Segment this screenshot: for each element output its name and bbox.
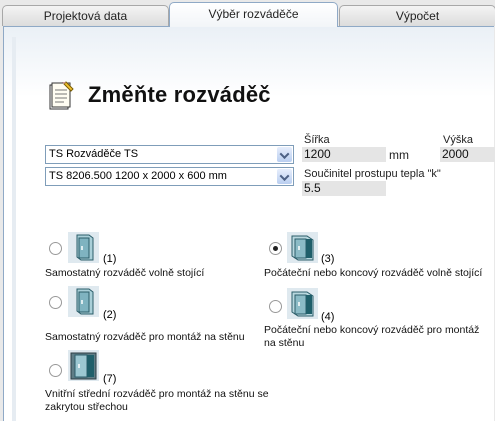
- tab-cabinet-selection[interactable]: Výběr rozváděče: [169, 2, 338, 27]
- option-2-label[interactable]: Samostatný rozváděč pro montáž na stěnu: [45, 331, 265, 344]
- middle-wall-cabinet-icon[interactable]: [68, 350, 99, 381]
- option-4-number: (4): [321, 311, 335, 323]
- end-wall-cabinet-icon[interactable]: [287, 288, 318, 319]
- option-3-number: (3): [321, 253, 335, 265]
- chevron-down-icon[interactable]: [277, 147, 292, 162]
- height-label: Výška: [443, 134, 473, 146]
- notepad-icon: [49, 81, 74, 110]
- height-field: 2000: [440, 147, 495, 162]
- tab-calculation[interactable]: Výpočet: [339, 5, 495, 26]
- option-7-radio[interactable]: [49, 364, 62, 377]
- k-label: Součinitel prostupu tepla "k": [304, 168, 441, 180]
- option-2-number: (2): [103, 309, 117, 321]
- option-4-radio[interactable]: [269, 300, 282, 313]
- k-field: 5.5: [302, 181, 386, 196]
- option-4-label[interactable]: Počáteční nebo koncový rozváděč pro mont…: [264, 324, 490, 350]
- series-select-value: TS Rozváděče TS: [49, 148, 139, 160]
- page-title: Změňte rozváděč: [88, 82, 271, 107]
- width-unit: mm: [389, 148, 409, 162]
- width-label: Šířka: [304, 134, 330, 146]
- wall-cabinet-icon[interactable]: [68, 286, 99, 317]
- series-select[interactable]: TS Rozváděče TS: [45, 145, 294, 164]
- tab-project-data[interactable]: Projektová data: [2, 5, 169, 26]
- option-1-radio[interactable]: [49, 242, 62, 255]
- option-1-number: (1): [103, 253, 117, 265]
- option-2-radio[interactable]: [49, 296, 62, 309]
- model-select[interactable]: TS 8206.500 1200 x 2000 x 600 mm: [45, 167, 294, 186]
- model-select-value: TS 8206.500 1200 x 2000 x 600 mm: [49, 170, 227, 182]
- end-cabinet-icon[interactable]: [287, 232, 318, 263]
- width-field: 1200: [302, 147, 386, 162]
- option-7-label[interactable]: Vnitřní střední rozváděč pro montáž na s…: [45, 388, 295, 414]
- chevron-down-icon[interactable]: [277, 169, 292, 184]
- option-3-radio[interactable]: [269, 242, 282, 255]
- panel-edge: [12, 37, 16, 421]
- tab-bar: Projektová data Výběr rozváděče Výpočet: [0, 0, 495, 28]
- option-1-label[interactable]: Samostatný rozváděč volně stojící: [45, 267, 265, 280]
- standalone-cabinet-icon[interactable]: [68, 232, 99, 263]
- option-3-label[interactable]: Počáteční nebo koncový rozváděč volně st…: [264, 267, 495, 280]
- option-7-number: (7): [103, 373, 117, 385]
